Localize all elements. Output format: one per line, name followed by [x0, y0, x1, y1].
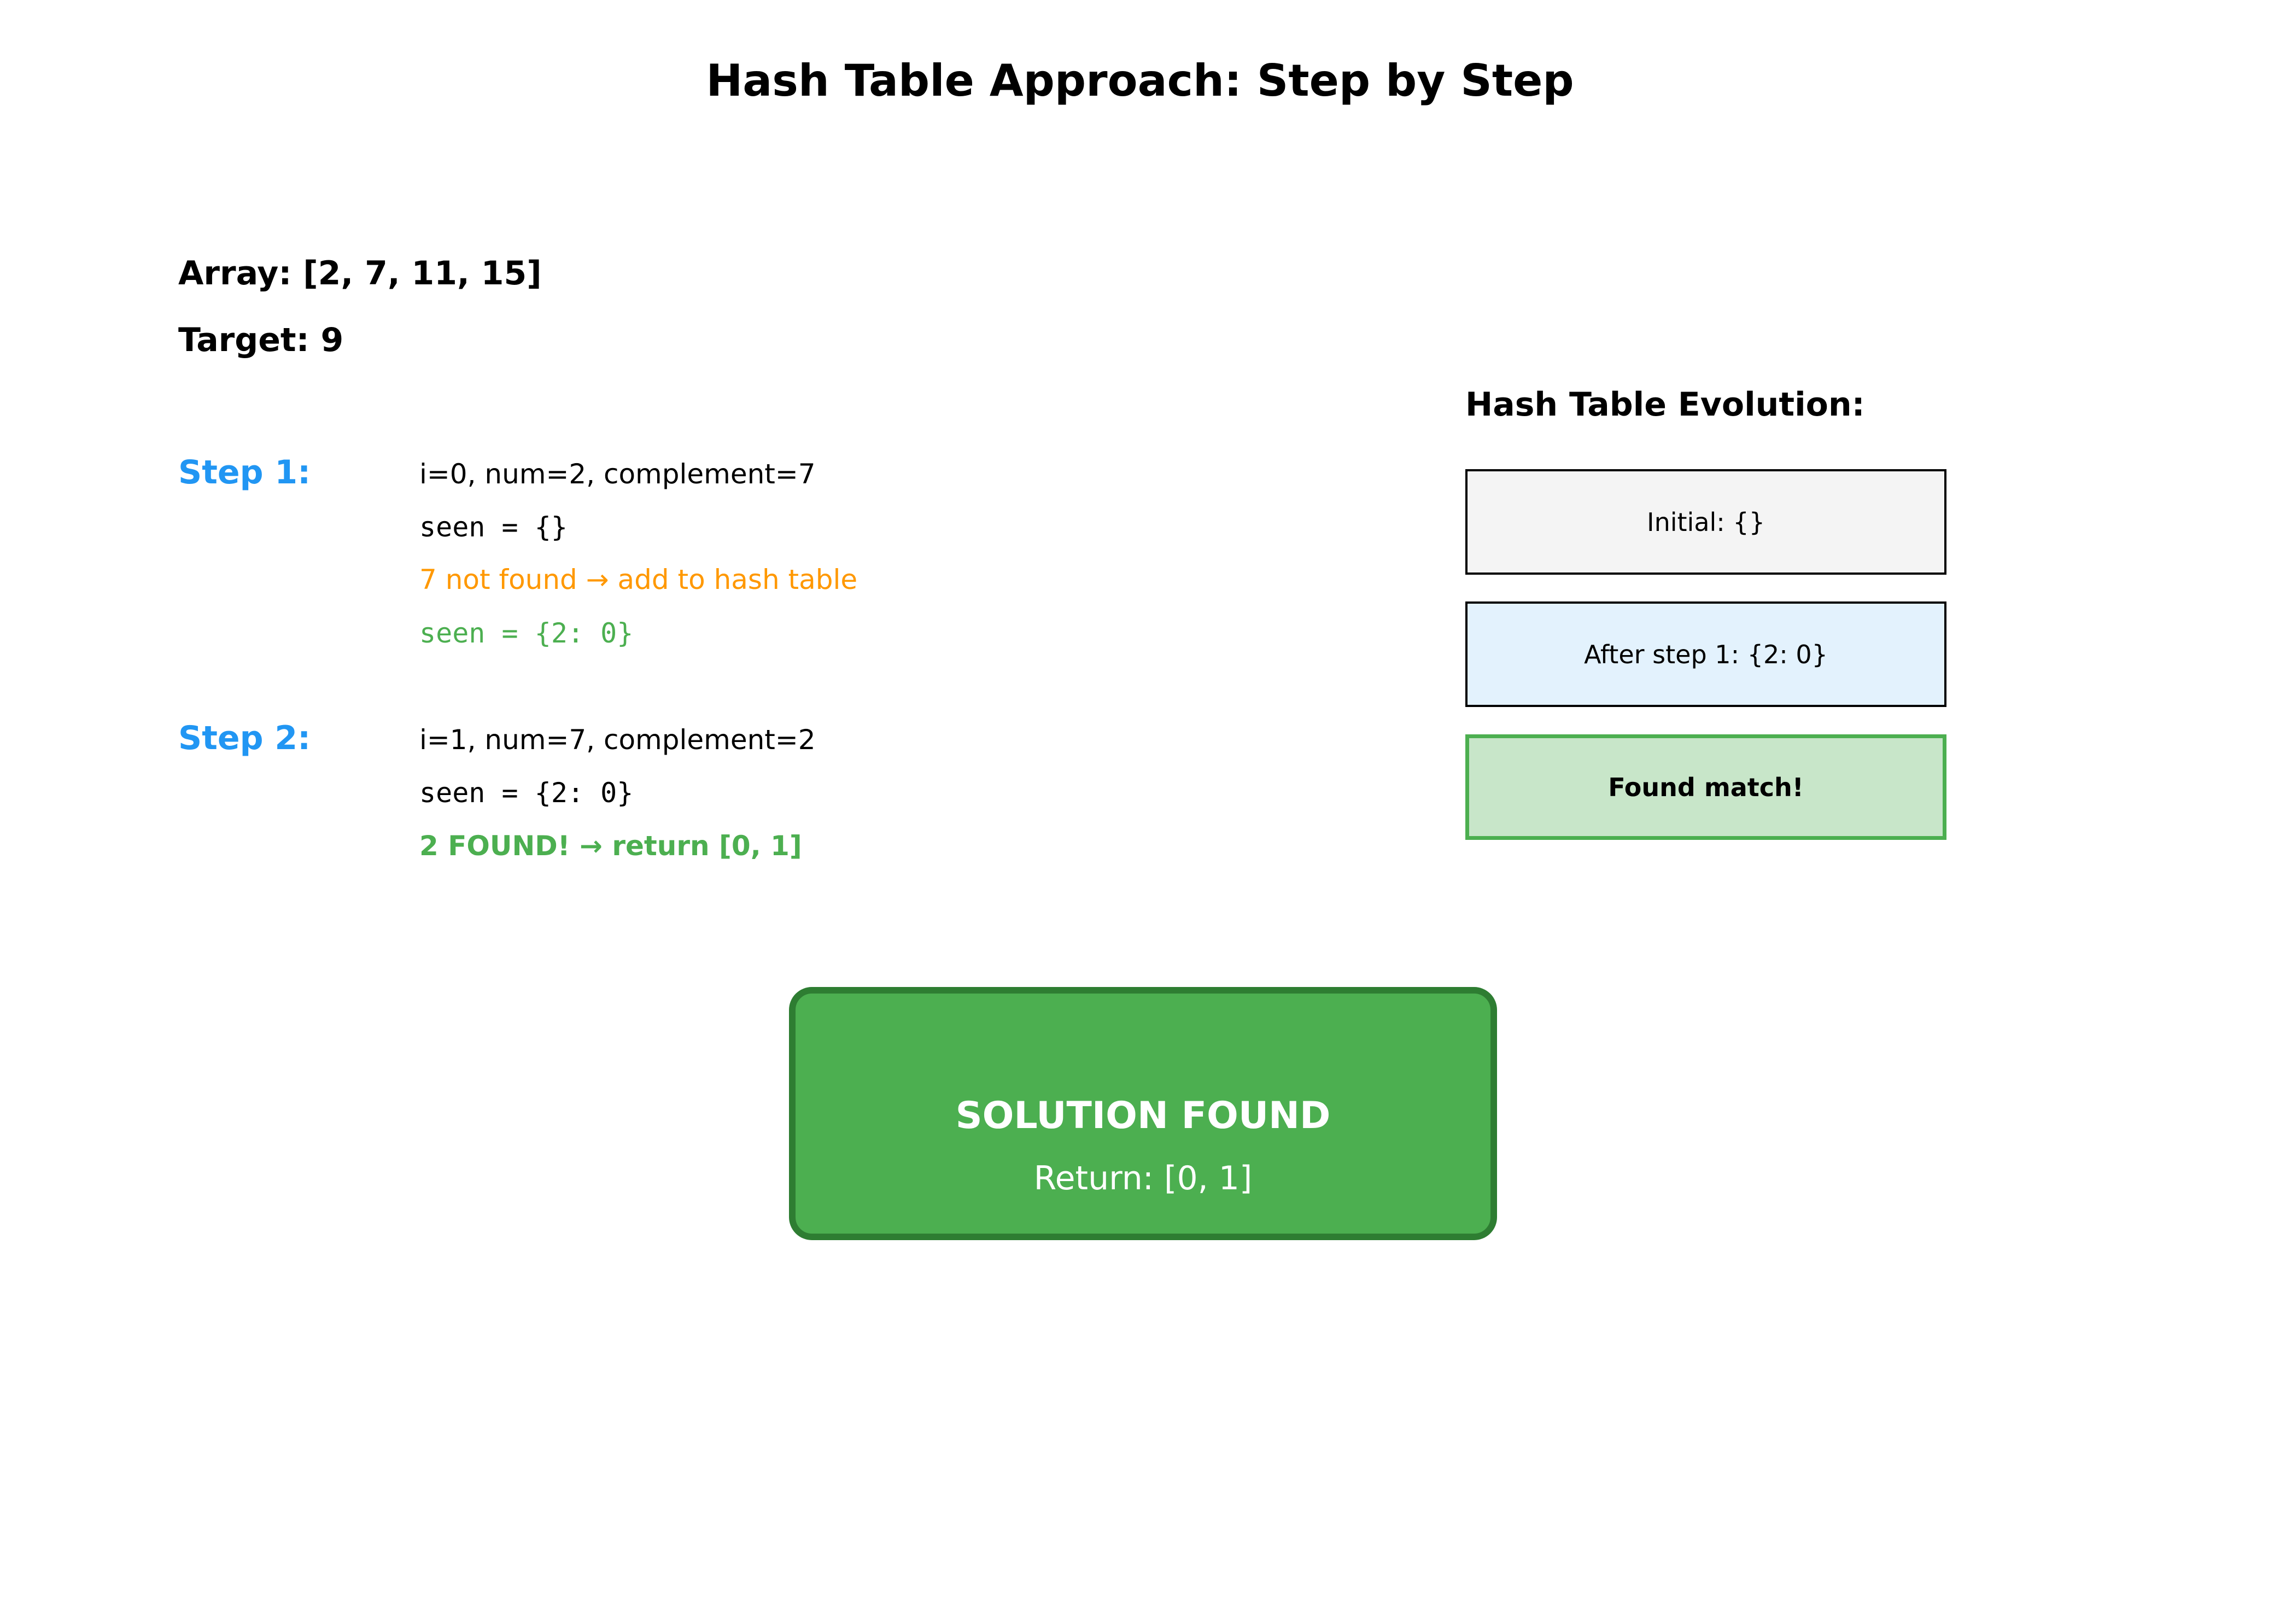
evolution-title: Hash Table Evolution: — [1465, 385, 1865, 424]
solution-return: Return: [0, 1] — [1033, 1159, 1253, 1197]
target-label: Target: 9 — [178, 321, 344, 359]
step-2-iteration: i=1, num=7, complement=2 — [419, 724, 816, 756]
step-1-seen-after: seen = {2: 0} — [419, 617, 634, 649]
evolution-box-step-1: After step 1: {2: 0} — [1465, 601, 1946, 707]
step-2-seen: seen = {2: 0} — [419, 777, 634, 809]
step-1-not-found: 7 not found → add to hash table — [419, 564, 858, 595]
evolution-box-found-label: Found match! — [1608, 772, 1804, 802]
evolution-box-initial: Initial: {} — [1465, 469, 1946, 575]
evolution-box-initial-label: Initial: {} — [1647, 507, 1765, 537]
step-1-label: Step 1: — [178, 453, 311, 492]
step-1-iteration: i=0, num=2, complement=7 — [419, 458, 816, 490]
evolution-box-step-1-label: After step 1: {2: 0} — [1584, 639, 1828, 669]
solution-title: SOLUTION FOUND — [955, 1094, 1331, 1137]
evolution-box-found: Found match! — [1465, 734, 1946, 840]
diagram-title: Hash Table Approach: Step by Step — [706, 55, 1574, 106]
array-label: Array: [2, 7, 11, 15] — [178, 254, 542, 293]
solution-box: SOLUTION FOUND Return: [0, 1] — [789, 987, 1497, 1240]
step-2-found: 2 FOUND! → return [0, 1] — [419, 830, 802, 862]
step-1-seen-before: seen = {} — [419, 511, 568, 543]
step-2-label: Step 2: — [178, 719, 311, 757]
